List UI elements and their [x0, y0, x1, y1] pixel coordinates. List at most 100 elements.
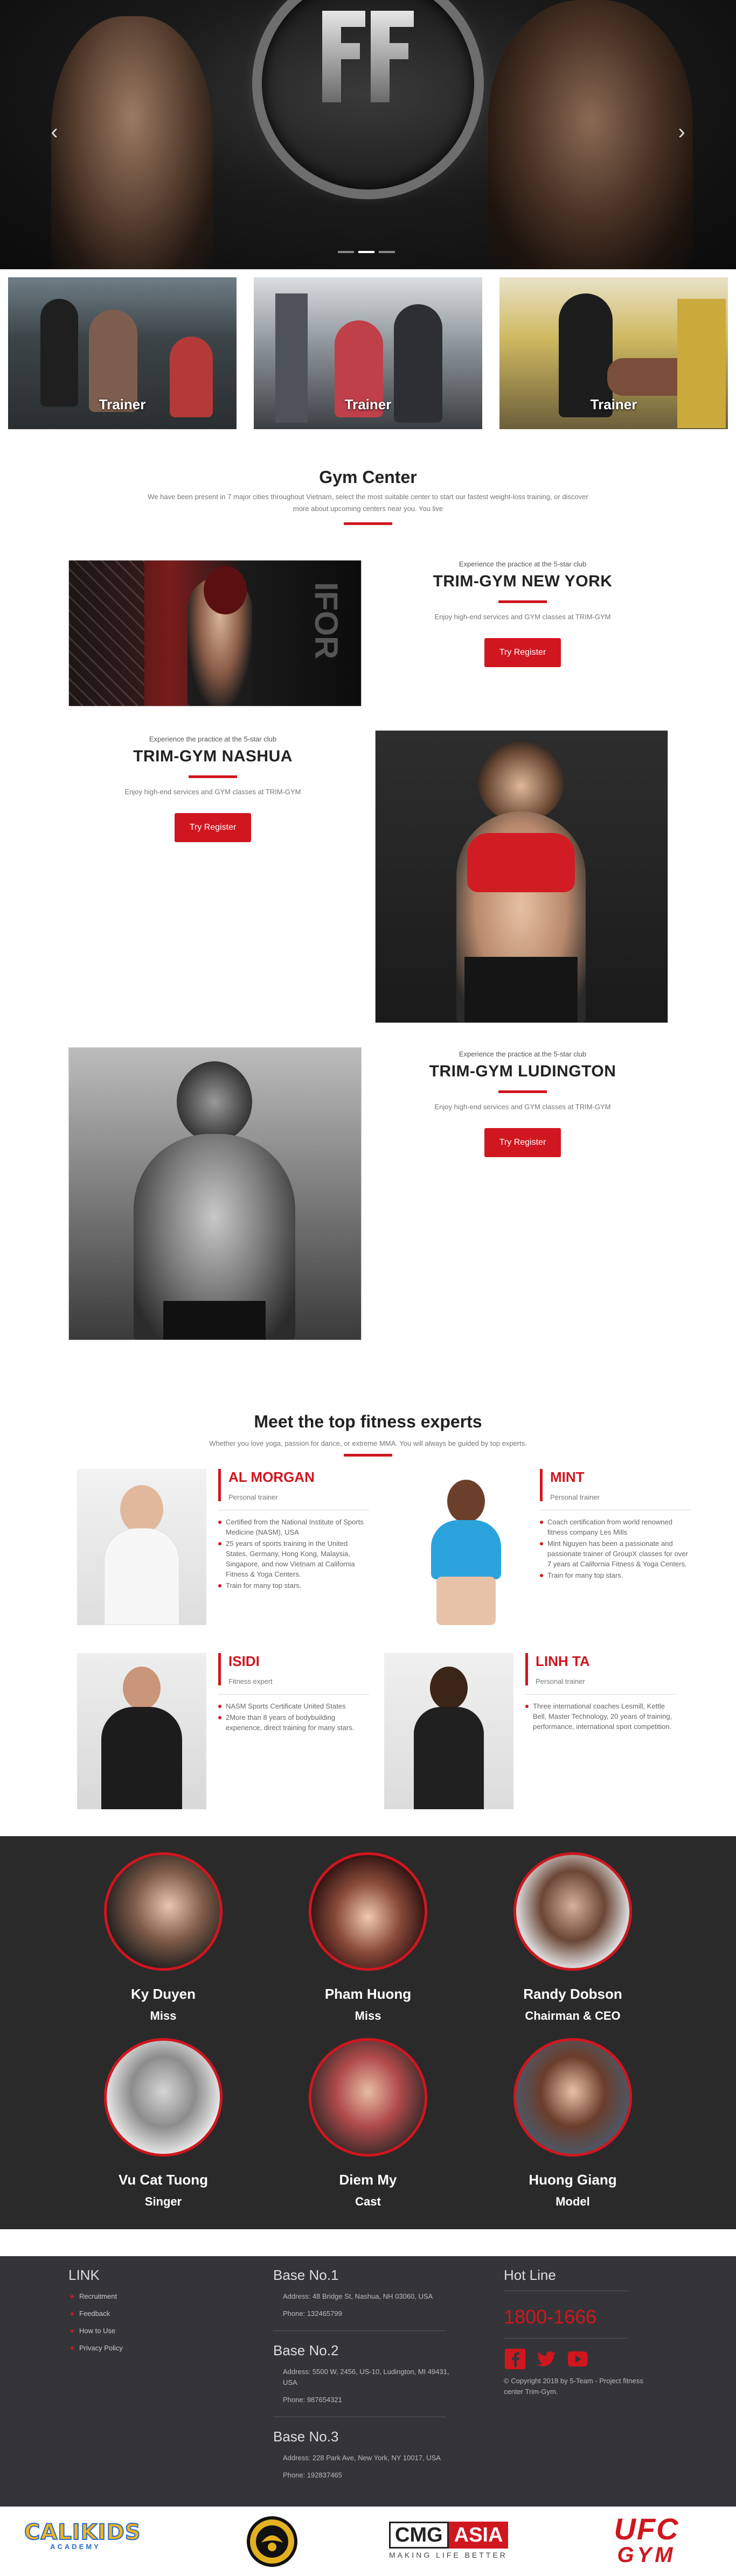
club-divider: [498, 1090, 547, 1093]
expert-info: LINH TA Personal trainer Three internati…: [525, 1653, 676, 1733]
celebrity-name: Ky Duyen: [131, 1986, 196, 2002]
celebrity-card[interactable]: Diem My Cast: [298, 2038, 438, 2209]
footer-link-feedback[interactable]: Feedback: [71, 2309, 110, 2318]
cmg-text: CMG: [389, 2522, 449, 2549]
cmg-tagline: MAKING LIFE BETTER: [389, 2551, 508, 2559]
expert-point: NASM Sports Certificate United States: [218, 1701, 369, 1711]
trainer-label: Trainer: [344, 396, 392, 412]
expert-name-row: MINT Personal trainer: [540, 1469, 691, 1501]
trainer-card[interactable]: Trainer: [8, 277, 237, 429]
ufc-gym-logo[interactable]: UFC GYM: [582, 2514, 711, 2568]
expert-points: Certified from the National Institute of…: [218, 1517, 369, 1591]
expert-role: Personal trainer: [550, 1493, 600, 1501]
facebook-icon[interactable]: [504, 2348, 526, 2370]
celebrity-avatar: [309, 2038, 427, 2157]
calikids-logo[interactable]: CALIKIDS ACADEMY: [24, 2519, 141, 2563]
footer-link-privacy-policy[interactable]: Privacy Policy: [71, 2344, 123, 2352]
trainer-label: Trainer: [99, 396, 146, 412]
expert-info: MINT Personal trainer Coach certificatio…: [540, 1469, 691, 1581]
expert-points: Three international coaches Lesmill, Ket…: [525, 1701, 676, 1732]
trainer-card[interactable]: Trainer: [254, 277, 482, 429]
youtube-icon[interactable]: [566, 2348, 589, 2370]
expert-info: AL MORGAN Personal trainer Certified fro…: [218, 1469, 369, 1592]
club-name: TRIM-GYM NASHUA: [133, 747, 293, 765]
footer-divider: [273, 2330, 446, 2331]
club-name: TRIM-GYM NEW YORK: [433, 572, 613, 590]
celebrity-title: Cast: [355, 2195, 381, 2208]
club-description: Enjoy high-end services and GYM classes …: [124, 788, 301, 796]
expert-point: 2More than 8 years of bodybuilding exper…: [218, 1712, 369, 1733]
base-1-title: Base No.1: [273, 2267, 339, 2283]
try-register-button[interactable]: Try Register: [484, 1128, 561, 1157]
expert-point: Train for many top stars.: [218, 1580, 369, 1591]
expert-points: Coach certification from world renowned …: [540, 1517, 691, 1580]
slider-dot-active[interactable]: [358, 251, 374, 253]
club-description: Enjoy high-end services and GYM classes …: [434, 1103, 611, 1111]
asia-text: ASIA: [448, 2522, 509, 2549]
expert-name-row: AL MORGAN Personal trainer: [218, 1469, 369, 1501]
expert-photo: [77, 1469, 206, 1625]
emblem-logo[interactable]: [245, 2515, 299, 2568]
expert-divider: [218, 1694, 369, 1695]
footer: LINK Recruitment Feedback How to Use Pri…: [0, 2256, 736, 2507]
slider-dot[interactable]: [338, 251, 354, 253]
experts-title: Meet the top fitness experts: [254, 1412, 482, 1431]
cmg-asia-wordmark: CMG ASIA: [389, 2522, 529, 2549]
celebrity-avatar: [104, 2038, 223, 2157]
celebrity-card[interactable]: Randy Dobson Chairman & CEO: [503, 1852, 643, 2023]
gym-center-title: Gym Center: [319, 467, 417, 487]
celebrity-card[interactable]: Ky Duyen Miss: [93, 1852, 233, 2023]
club-name: TRIM-GYM LUDINGTON: [429, 1062, 616, 1080]
celebrity-avatar: [513, 2038, 632, 2157]
hero-man-figure: [488, 0, 693, 269]
ufc-text: UFC: [614, 2512, 679, 2546]
cmg-asia-logo[interactable]: CMG ASIA MAKING LIFE BETTER: [389, 2522, 529, 2562]
base-1-phone: Phone: 132465799: [283, 2309, 342, 2318]
expert-name-row: LINH TA Personal trainer: [525, 1653, 676, 1685]
expert-point: Mint Nguyen has been a passionate and pa…: [540, 1538, 691, 1569]
celebrity-name: Pham Huong: [324, 1986, 412, 2002]
expert-name: ISIDI: [228, 1653, 260, 1669]
celebrity-card[interactable]: Pham Huong Miss: [298, 1852, 438, 2023]
trainer-card[interactable]: Trainer: [499, 277, 728, 429]
hotline-number[interactable]: 1800-1666: [504, 2306, 596, 2328]
expert-role: Fitness expert: [228, 1677, 273, 1685]
footer-link-recruitment[interactable]: Recruitment: [71, 2292, 117, 2300]
expert-card-al-morgan: AL MORGAN Personal trainer Certified fro…: [77, 1469, 379, 1630]
expert-name: MINT: [550, 1469, 585, 1485]
slider-dot[interactable]: [379, 251, 395, 253]
partner-logos: CALIKIDS ACADEMY CMG ASIA MAKING LIFE BE…: [0, 2507, 736, 2576]
gym-center-description: We have been present in 7 major cities t…: [148, 493, 588, 513]
gym-center-divider: [344, 522, 392, 525]
twitter-icon[interactable]: [535, 2348, 558, 2370]
expert-name: LINH TA: [536, 1653, 590, 1669]
expert-info: ISIDI Fitness expert NASM Sports Certifi…: [218, 1653, 369, 1734]
celebrity-card[interactable]: Vu Cat Tuong Singer: [93, 2038, 233, 2209]
try-register-button[interactable]: Try Register: [174, 813, 252, 842]
club-info-nashua: Experience the practice at the 5-star cl…: [89, 735, 337, 842]
expert-role: Personal trainer: [228, 1493, 278, 1501]
footer-link-how-to-use[interactable]: How to Use: [71, 2327, 115, 2335]
celebrity-title: Miss: [150, 2009, 177, 2022]
celebrity-section: Ky Duyen Miss Pham Huong Miss Randy Dobs…: [0, 1836, 736, 2229]
celebrity-card[interactable]: Huong Giang Model: [503, 2038, 643, 2209]
expert-point: Train for many top stars.: [540, 1570, 691, 1580]
calikids-wordmark: CALIKIDS: [24, 2519, 141, 2545]
expert-points: NASM Sports Certificate United States 2M…: [218, 1701, 369, 1733]
club-description: Enjoy high-end services and GYM classes …: [434, 613, 611, 621]
expert-photo: [77, 1653, 206, 1809]
expert-point: Three international coaches Lesmill, Ket…: [525, 1701, 676, 1732]
expert-role: Personal trainer: [536, 1677, 585, 1685]
hero-next-arrow[interactable]: ›: [673, 121, 690, 143]
expert-photo: [384, 1653, 513, 1809]
copyright-text: © Copyright 2018 by 5-Team - Project fit…: [504, 2377, 643, 2396]
gym-text: GYM: [617, 2543, 676, 2567]
celebrity-avatar: [309, 1852, 427, 1971]
trainer-strip: Trainer Trainer Trainer: [0, 277, 736, 429]
celebrity-name: Diem My: [339, 2172, 397, 2188]
hero-slider: ‹ ›: [0, 0, 736, 269]
try-register-button[interactable]: Try Register: [484, 638, 561, 667]
hero-prev-arrow[interactable]: ‹: [46, 121, 63, 143]
celebrity-name: Randy Dobson: [523, 1986, 622, 2002]
celebrity-name: Vu Cat Tuong: [118, 2172, 209, 2188]
